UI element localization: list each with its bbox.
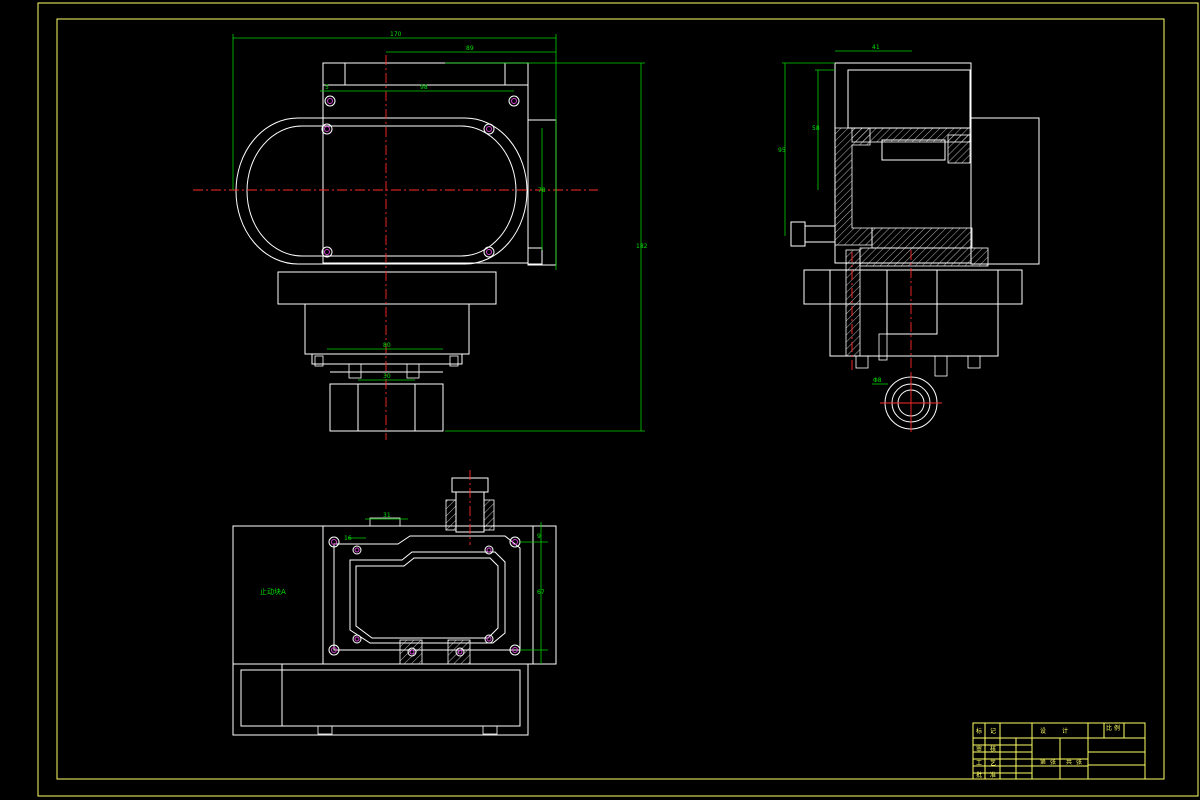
dim-upper-width: 89 (466, 45, 474, 52)
side-callout: Φ8 (873, 377, 882, 384)
top-dimensions: 31 16 67 9 (344, 512, 548, 664)
inner-frame (56, 18, 1165, 780)
dim-total-height: 182 (636, 243, 648, 250)
tb-cell-1: 记 (990, 728, 996, 735)
top-view: 止动块A 31 16 67 9 (232, 470, 557, 736)
dim-bottom-inner: 30 (383, 373, 391, 380)
dim-top-pitch: 31 (383, 512, 391, 519)
tb-cell-10: 比 (1106, 724, 1112, 732)
title-block: 标 记 设 计 审 核 工 艺 批 准 比 例 第 张 共 张 (972, 722, 1146, 780)
front-bolt-holes (321, 95, 520, 258)
tb-cell-7: 艺 (990, 759, 996, 767)
tb-cell-2: 设 (1040, 727, 1046, 735)
dim-side-inner: 58 (812, 125, 820, 132)
dim-overall-width: 170 (390, 31, 402, 38)
dim-offset: 5 (325, 84, 329, 91)
tb-cell-8: 批 (976, 771, 982, 779)
tb-cell-6: 工 (976, 760, 982, 767)
front-dimensions: 170 89 98 5 78 182 80 30 (232, 31, 648, 432)
top-view-label: 止动块A (260, 587, 286, 596)
dim-top-depth: 67 (537, 589, 545, 596)
tb-cell-9: 准 (990, 771, 996, 779)
tb-cell-13: 张 (1050, 758, 1056, 766)
front-view: 170 89 98 5 78 182 80 30 (193, 31, 648, 440)
tb-cell-5: 核 (990, 745, 996, 753)
dim-bottom-width: 80 (383, 342, 391, 349)
tb-cell-3: 计 (1062, 727, 1068, 735)
dim-height-right: 78 (538, 187, 546, 194)
tb-cell-4: 审 (976, 745, 982, 753)
dim-hole-spacing: 98 (420, 84, 428, 91)
dim-side-top: 41 (872, 44, 880, 51)
tb-cell-11: 例 (1114, 724, 1120, 732)
side-view: 41 58 95 Φ8 (778, 44, 1040, 432)
dim-side-outer: 95 (778, 147, 786, 154)
dim-top-small: 16 (344, 535, 352, 542)
dim-top-edge: 9 (537, 533, 541, 540)
tb-cell-15: 张 (1076, 758, 1082, 766)
outer-frame (37, 2, 1199, 797)
tb-cell-14: 共 (1066, 758, 1072, 766)
tb-cell-0: 标 (976, 727, 982, 735)
drawing-canvas: 170 89 98 5 78 182 80 30 41 58 95 Φ8 止动块… (37, 2, 1199, 797)
tb-cell-12: 第 (1040, 758, 1046, 766)
